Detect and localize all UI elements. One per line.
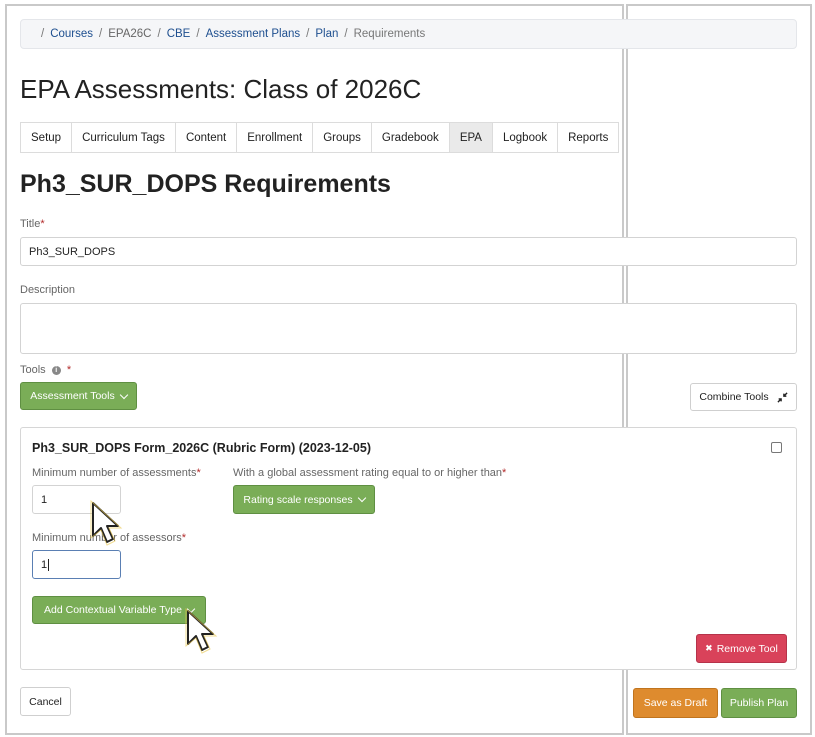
assessment-tools-label: Assessment Tools	[30, 390, 115, 402]
breadcrumb-separator: /	[306, 28, 310, 40]
rating-scale-label: Rating scale responses	[243, 493, 353, 506]
breadcrumb-epa26c: EPA26C	[108, 28, 152, 40]
min-assessments-label: Minimum number of assessments*	[32, 467, 201, 479]
tab-reports[interactable]: Reports	[558, 123, 619, 152]
required-mark: *	[66, 364, 72, 376]
breadcrumb-plan[interactable]: Plan	[315, 28, 338, 40]
compress-icon	[777, 391, 788, 403]
tab-epa[interactable]: EPA	[449, 123, 493, 152]
min-assessors-value: 1	[41, 558, 48, 571]
required-mark: *	[181, 532, 187, 544]
save-draft-button[interactable]: Save as Draft	[633, 688, 718, 718]
tab-enrollment[interactable]: Enrollment	[237, 123, 314, 152]
add-contextual-label: Add Contextual Variable Type	[44, 604, 182, 616]
remove-tool-label: Remove Tool	[716, 642, 778, 655]
description-textarea[interactable]	[20, 303, 797, 354]
add-contextual-variable-button[interactable]: Add Contextual Variable Type	[32, 596, 206, 624]
breadcrumb-separator: /	[41, 28, 45, 40]
breadcrumb-courses[interactable]: Courses	[50, 28, 93, 40]
breadcrumb-separator: /	[157, 28, 161, 40]
required-mark: *	[40, 218, 45, 230]
min-assessors-label: Minimum number of assessors*	[32, 532, 186, 544]
min-assessors-label-text: Minimum number of assessors	[32, 532, 182, 544]
tab-logbook[interactable]: Logbook	[492, 123, 559, 152]
description-label: Description	[20, 284, 76, 296]
text-caret	[48, 558, 50, 571]
info-icon[interactable]: i	[51, 365, 61, 375]
chevron-down-icon	[186, 604, 196, 613]
assessment-tool-card: Ph3_SUR_DOPS Form_2026C (Rubric Form) (2…	[20, 427, 797, 670]
min-assessments-input[interactable]: 1	[32, 485, 121, 514]
min-assessors-input[interactable]: 1	[32, 550, 121, 579]
course-tabs: Setup Curriculum Tags Content Enrollment…	[20, 122, 620, 153]
tool-select-checkbox[interactable]	[771, 442, 782, 453]
cancel-button[interactable]: Cancel	[20, 687, 71, 716]
assessment-tools-button[interactable]: Assessment Tools	[20, 382, 137, 410]
title-input[interactable]: Ph3_SUR_DOPS	[20, 237, 797, 266]
global-rating-label-text: With a global assessment rating equal to…	[233, 467, 503, 479]
tab-content[interactable]: Content	[175, 123, 238, 152]
remove-icon: ✖	[705, 643, 713, 653]
tools-label: Tools i *	[20, 364, 71, 376]
page-title: EPA Assessments: Class of 2026C	[20, 74, 422, 104]
section-title: Ph3_SUR_DOPS Requirements	[20, 170, 391, 198]
tab-groups[interactable]: Groups	[313, 123, 372, 152]
rating-scale-dropdown[interactable]: Rating scale responses	[233, 485, 375, 514]
chevron-down-icon	[119, 390, 128, 399]
breadcrumb-requirements: Requirements	[353, 28, 426, 40]
publish-plan-button[interactable]: Publish Plan	[721, 688, 797, 718]
tool-title: Ph3_SUR_DOPS Form_2026C (Rubric Form) (2…	[32, 441, 372, 455]
breadcrumb-assessment-plans[interactable]: Assessment Plans	[206, 28, 301, 40]
breadcrumb-cbe[interactable]: CBE	[167, 28, 191, 40]
required-mark: *	[502, 467, 507, 479]
breadcrumb: / Courses / EPA26C / CBE / Assessment Pl…	[20, 19, 797, 49]
combine-tools-label: Combine Tools	[699, 391, 769, 403]
global-rating-label: With a global assessment rating equal to…	[233, 467, 506, 479]
remove-tool-button[interactable]: ✖ Remove Tool	[696, 634, 787, 663]
chevron-down-icon	[357, 493, 366, 503]
required-mark: *	[196, 467, 201, 479]
min-assessments-label-text: Minimum number of assessments	[32, 467, 197, 479]
title-label: Title*	[20, 218, 45, 230]
breadcrumb-separator: /	[344, 28, 348, 40]
breadcrumb-separator: /	[99, 28, 103, 40]
combine-tools-button[interactable]: Combine Tools	[690, 383, 797, 411]
tab-gradebook[interactable]: Gradebook	[371, 123, 450, 152]
tab-setup[interactable]: Setup	[21, 123, 73, 152]
tab-curriculum-tags[interactable]: Curriculum Tags	[72, 123, 176, 152]
breadcrumb-separator: /	[196, 28, 200, 40]
title-label-text: Title	[20, 218, 41, 230]
tools-label-text: Tools	[20, 364, 46, 376]
